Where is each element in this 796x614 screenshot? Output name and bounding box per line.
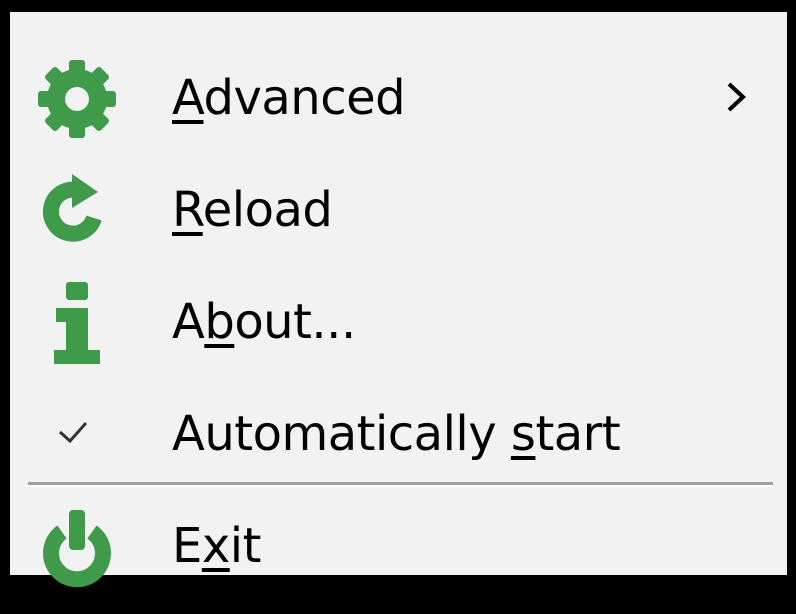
chevron-right-icon bbox=[721, 72, 751, 122]
info-icon bbox=[32, 278, 122, 368]
checkmark-icon bbox=[48, 406, 98, 456]
menu-item-label: Advanced bbox=[172, 70, 406, 126]
menu-item-label: About... bbox=[172, 294, 356, 350]
menu-item-label: Automatically start bbox=[172, 406, 621, 462]
accelerator-key: x bbox=[201, 518, 230, 574]
accelerator-key: b bbox=[204, 294, 235, 350]
menu-item-label: Exit bbox=[172, 518, 261, 574]
accelerator-key: R bbox=[172, 182, 203, 238]
gear-icon bbox=[32, 54, 122, 144]
menu-item-advanced[interactable]: Advanced bbox=[10, 40, 787, 152]
menu-item-exit[interactable]: Exit bbox=[10, 502, 787, 614]
menu-item-automatically-start[interactable]: Automatically start bbox=[10, 376, 787, 488]
accelerator-key: s bbox=[510, 406, 536, 462]
reload-icon bbox=[32, 166, 122, 256]
menu-separator bbox=[28, 482, 773, 487]
menu-item-about[interactable]: About... bbox=[10, 264, 787, 376]
menu-item-reload[interactable]: Reload bbox=[10, 152, 787, 264]
power-icon bbox=[32, 502, 122, 592]
accelerator-key: A bbox=[172, 70, 204, 126]
menu-item-label: Reload bbox=[172, 182, 333, 238]
context-menu: Advanced Reload About... Automatically s… bbox=[0, 0, 796, 588]
